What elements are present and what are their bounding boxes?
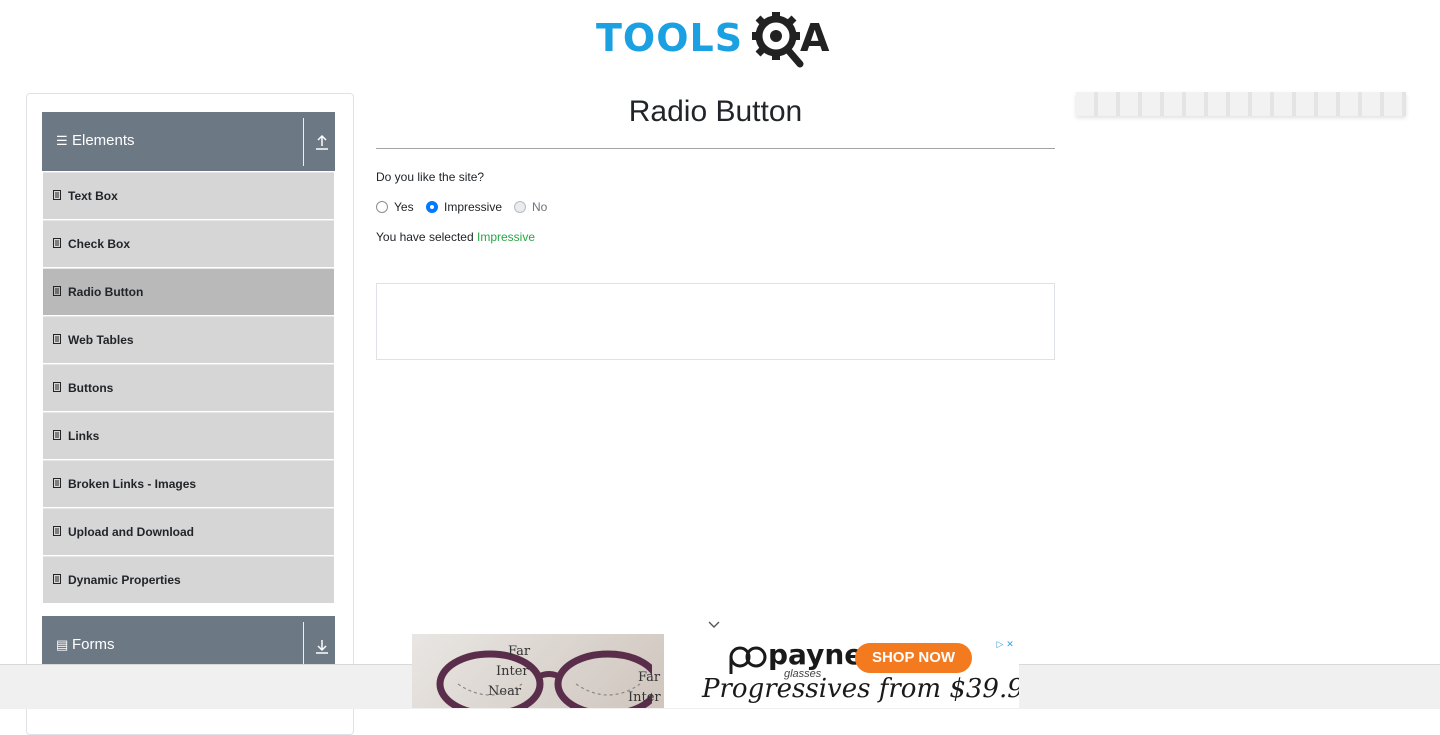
radio-circle[interactable]	[376, 201, 388, 213]
list-icon	[53, 430, 61, 440]
chevron-down-icon[interactable]	[707, 620, 721, 630]
list-icon	[53, 190, 61, 200]
sidebar-item-label: Check Box	[68, 237, 131, 251]
logo-text: TOOLS	[596, 16, 744, 60]
photo-word: Far	[638, 670, 661, 685]
page-title: Radio Button	[628, 95, 803, 128]
close-icon[interactable]: ✕	[1005, 639, 1015, 650]
radio-label[interactable]: No	[532, 199, 547, 215]
ad-choices[interactable]: ▷ ✕	[995, 634, 1019, 650]
sidebar-item-radio-button[interactable]: Radio Button	[43, 268, 334, 315]
ad-tagline: Progressives from $39.90	[702, 674, 1019, 704]
photo-word: Inter	[628, 690, 661, 705]
radio-circle[interactable]	[514, 201, 526, 213]
ad-photo: Far Inter Near Far Inter	[412, 634, 664, 708]
sidebar-item-label: Upload and Download	[68, 525, 194, 539]
sidebar-item-upload-and-download[interactable]: Upload and Download	[43, 508, 334, 555]
group-divider	[303, 118, 304, 166]
gear-magnifier-icon	[752, 12, 804, 68]
sidebar: ☰ Elements Text Box Check Box Radio Butto…	[26, 93, 354, 735]
group-label: Elements	[72, 132, 135, 149]
list-icon	[53, 334, 61, 344]
sidebar-item-label: Buttons	[68, 381, 114, 395]
photo-word: Near	[488, 684, 522, 699]
group-label: Forms	[72, 636, 115, 653]
sidebar-item-label: Dynamic Properties	[68, 573, 181, 587]
sidebar-item-dynamic-properties[interactable]: Dynamic Properties	[43, 556, 334, 603]
group-divider	[303, 622, 304, 670]
sidebar-item-buttons[interactable]: Buttons	[43, 364, 334, 411]
ad-brand: payne	[768, 638, 864, 671]
glasses-image	[436, 650, 652, 708]
collapse-arrow-icon[interactable]	[312, 130, 332, 154]
radio-label[interactable]: Yes	[394, 199, 414, 215]
hamburger-icon: ☰	[56, 133, 68, 148]
sidebar-item-broken-links-images[interactable]: Broken Links - Images	[43, 460, 334, 507]
list-icon	[53, 238, 61, 248]
selection-result: You have selected Impressive	[376, 230, 535, 244]
sidebar-item-check-box[interactable]: Check Box	[43, 220, 334, 267]
sidebar-item-label: Web Tables	[68, 333, 134, 347]
result-value: Impressive	[476, 230, 535, 244]
content-box	[376, 283, 1055, 360]
expand-arrow-icon[interactable]	[312, 634, 332, 658]
list-icon	[53, 574, 61, 584]
list-icon	[53, 286, 61, 296]
ad-info-icon[interactable]: ▷	[995, 639, 1005, 650]
payne-logo-icon	[729, 646, 767, 674]
title-divider	[376, 148, 1055, 149]
toolsqa-logo[interactable]: TOOLS A	[596, 10, 840, 68]
sidebar-item-text-box[interactable]: Text Box	[43, 172, 334, 219]
sidebar-item-web-tables[interactable]: Web Tables	[43, 316, 334, 363]
ad-strip[interactable]	[1076, 92, 1406, 116]
list-icon	[53, 478, 61, 488]
radio-label[interactable]: Impressive	[444, 199, 502, 215]
list-icon	[53, 382, 61, 392]
group-header-elements[interactable]: ☰ Elements	[42, 112, 335, 171]
sidebar-item-links[interactable]: Links	[43, 412, 334, 459]
list-icon	[53, 526, 61, 536]
photo-word: Far	[508, 644, 531, 659]
photo-word: Inter	[496, 664, 529, 679]
logo-suffix: A	[800, 16, 830, 60]
radio-circle[interactable]	[426, 201, 438, 213]
sidebar-item-label: Links	[68, 429, 100, 443]
sidebar-item-label: Radio Button	[68, 285, 144, 299]
sidebar-item-label: Text Box	[68, 189, 118, 203]
sidebar-item-label: Broken Links - Images	[68, 477, 197, 491]
result-prefix: You have selected	[376, 230, 474, 244]
shop-now-button[interactable]: SHOP NOW	[855, 643, 972, 673]
question-text: Do you like the site?	[376, 170, 485, 184]
ad-banner[interactable]: Far Inter Near Far Inter payne glasses S…	[412, 634, 1019, 708]
